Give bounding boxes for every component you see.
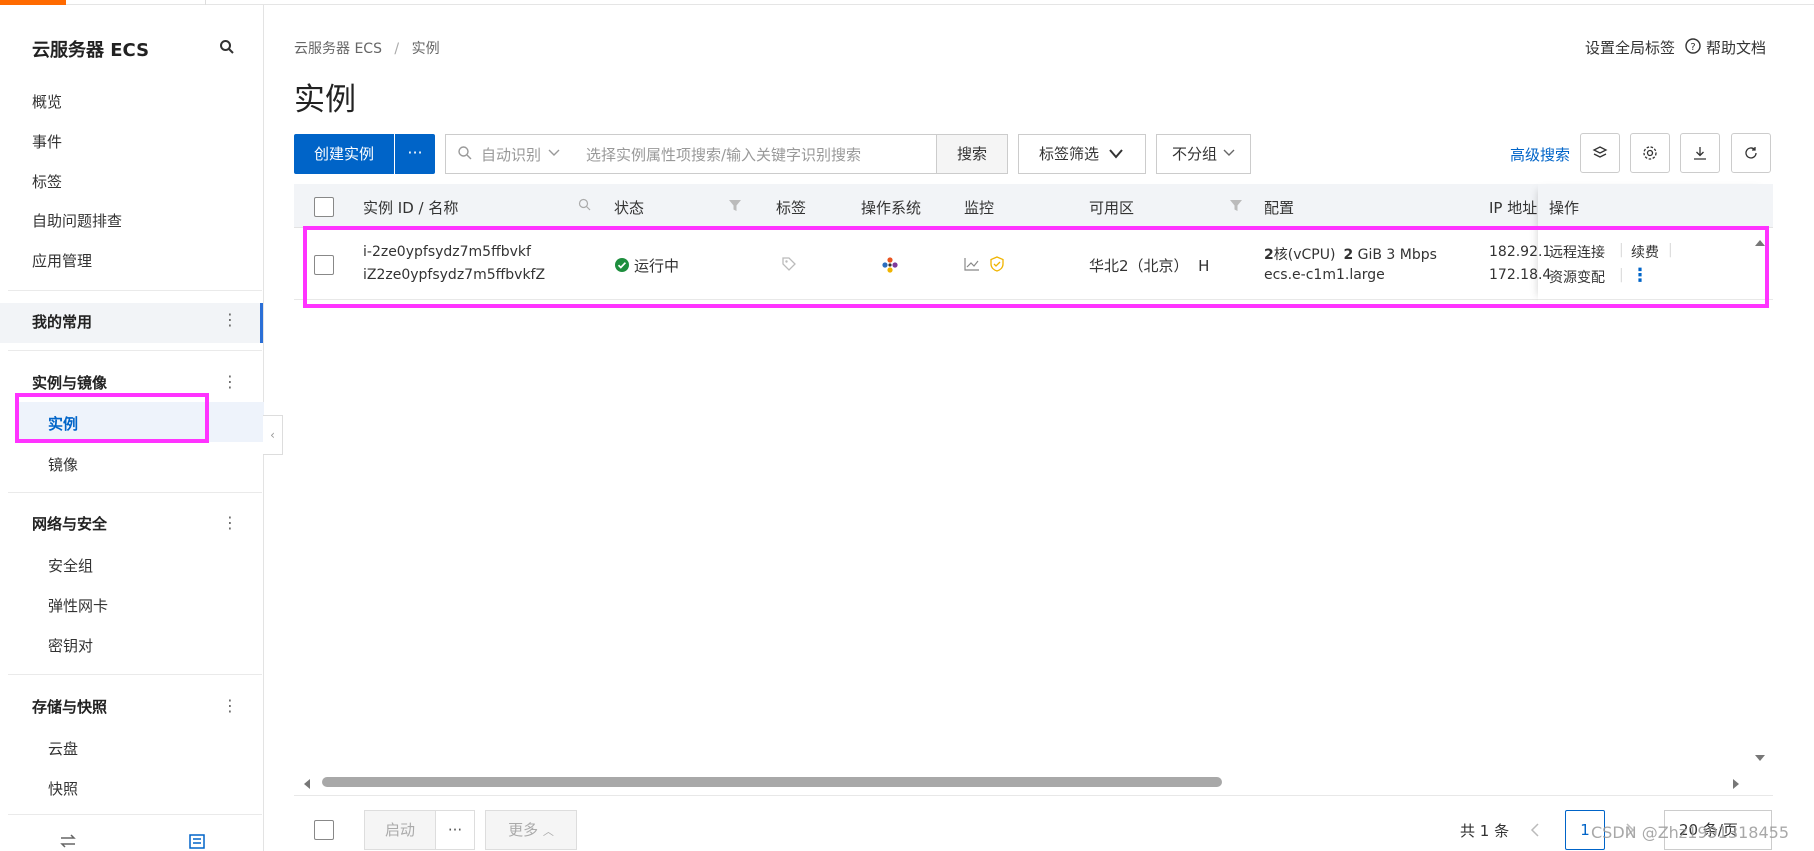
help-docs-link[interactable]: 帮助文档 [1706,37,1766,58]
sidebar-item-snapshots[interactable]: 快照 [48,778,78,799]
breadcrumb-current: 实例 [411,41,440,57]
highlight-box-row [303,226,1769,308]
column-header-monitor: 监控 [964,199,995,217]
more-vertical-icon[interactable]: ⋮ [222,372,238,391]
tag-filter-dropdown[interactable]: 标签筛选 [1018,134,1146,174]
scroll-left-icon[interactable] [302,778,311,790]
scroll-right-icon[interactable] [1732,778,1741,790]
breadcrumb: 云服务器 ECS / 实例 [294,38,440,58]
more-vertical-icon[interactable]: ⋮ [222,310,238,329]
top-bar [0,0,1814,5]
breadcrumb-root[interactable]: 云服务器 ECS [294,41,382,57]
sidebar-item-eni[interactable]: 弹性网卡 [48,595,108,616]
column-header-ip: IP 地址 [1489,199,1538,217]
chevron-down-icon [548,149,560,156]
scroll-down-icon[interactable] [1754,754,1766,763]
gear-icon [1643,146,1657,160]
column-header-os: 操作系统 [861,199,922,217]
chevron-down-icon [1223,149,1235,156]
more-actions-button[interactable]: 更多 ︿ [485,810,577,850]
footer-select-all-checkbox[interactable] [314,820,334,840]
sidebar-group-instances[interactable]: 实例与镜像 [32,372,107,393]
settings-button[interactable] [1630,133,1670,173]
sidebar-item-disks[interactable]: 云盘 [48,738,78,759]
select-all-checkbox[interactable] [314,197,334,217]
svg-text:?: ? [1690,42,1695,53]
sidebar-item-app-management[interactable]: 应用管理 [32,250,92,271]
sidebar-title: 云服务器 ECS [32,40,150,61]
layers-button[interactable] [1580,133,1620,173]
switch-icon[interactable] [58,833,78,849]
refresh-icon [1745,147,1757,159]
column-header-status: 状态 [614,199,645,217]
download-icon [1694,147,1706,160]
sidebar-item-events[interactable]: 事件 [32,131,62,152]
sidebar-divider [8,492,262,493]
sidebar-divider [8,350,262,351]
search-icon [458,146,472,160]
global-tags-link[interactable]: 设置全局标签 [1585,37,1675,58]
list-icon[interactable] [188,833,206,849]
highlight-box-sidebar [15,393,209,443]
footer-divider [294,795,1773,796]
group-by-dropdown[interactable]: 不分组 [1156,134,1251,174]
vertical-scrollbar[interactable] [1750,232,1770,767]
horizontal-scroll-thumb[interactable] [322,777,1222,787]
column-header-id: 实例 ID / 名称 [363,199,459,217]
create-instance-button[interactable]: 创建实例 [294,134,394,174]
create-more-button[interactable]: ··· [395,134,435,174]
column-header-zone: 可用区 [1089,199,1135,217]
filter-icon[interactable] [728,199,742,212]
column-header-config: 配置 [1264,199,1295,217]
scroll-up-icon[interactable] [1754,238,1766,247]
breadcrumb-separator: / [394,41,400,57]
filter-icon[interactable] [1229,199,1243,212]
watermark: CSDN @Zhz1991318455 [1591,823,1789,842]
search-icon[interactable] [218,38,236,56]
group-by-label: 不分组 [1172,145,1218,163]
more-vertical-icon[interactable]: ⋮ [222,513,238,532]
advanced-search-link[interactable]: 高级搜索 [1510,144,1570,165]
collapse-sidebar-button[interactable]: ‹ [263,415,283,455]
search-placeholder: 选择实例属性项搜索/输入关键字识别搜索 [586,146,862,164]
total-count: 共 1 条 [1460,822,1510,840]
column-header-tag: 标签 [776,199,807,217]
page-title: 实例 [294,82,356,118]
search-icon[interactable] [578,198,592,212]
sidebar-divider [8,814,262,815]
sidebar-divider [8,674,262,675]
sidebar-item-images[interactable]: 镜像 [48,454,78,475]
sidebar-item-keypairs[interactable]: 密钥对 [48,635,93,656]
tag-filter-label: 标签筛选 [1039,145,1100,163]
sidebar-divider [8,290,262,291]
sidebar-group-storage[interactable]: 存储与快照 [32,696,107,717]
more-actions-label: 更多 [508,821,539,839]
sidebar-item-security-groups[interactable]: 安全组 [48,555,93,576]
more-vertical-icon[interactable]: ⋮ [222,696,238,715]
search-button[interactable]: 搜索 [936,134,1008,174]
download-button[interactable] [1680,133,1720,173]
help-icon[interactable]: ? [1684,37,1702,55]
sidebar-item-troubleshoot[interactable]: 自助问题排查 [32,210,122,231]
chevron-left-icon[interactable] [1530,822,1540,838]
layers-icon [1592,146,1608,158]
chevron-up-icon: ︿ [542,825,554,838]
start-more-button[interactable]: ··· [435,810,475,850]
refresh-button[interactable] [1731,133,1771,173]
search-mode-select[interactable]: 自动识别 [481,144,541,165]
sidebar-item-tags[interactable]: 标签 [32,171,62,192]
sidebar-group-favorites[interactable]: 我的常用 [32,311,92,332]
sidebar-item-overview[interactable]: 概览 [32,91,62,112]
start-button[interactable]: 启动 [364,810,436,850]
sidebar-group-network[interactable]: 网络与安全 [32,513,107,534]
chevron-down-icon [1109,149,1123,159]
